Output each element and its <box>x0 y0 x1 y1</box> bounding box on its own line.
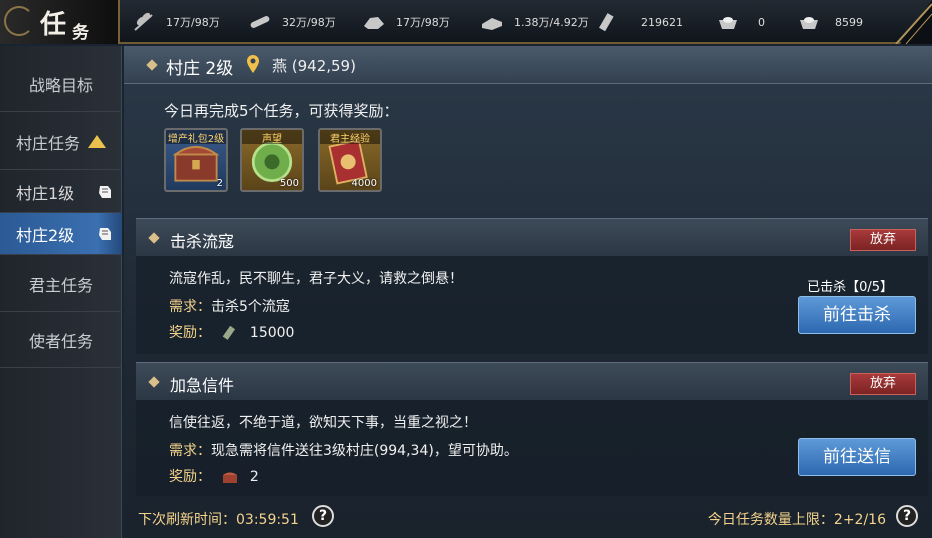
sidebar-item-village-tasks[interactable]: 村庄任务 <box>0 114 122 170</box>
sidebar-item-label: 村庄任务 <box>15 133 80 153</box>
abandon-button[interactable]: 放弃 <box>850 373 916 395</box>
resource-iron: 1.38万/4.92万 <box>480 0 589 44</box>
refresh-help-icon[interactable]: ? <box>312 505 334 527</box>
chest-icon <box>223 472 238 483</box>
title-char-2: 务 <box>72 23 89 43</box>
requirement-label: 需求： <box>169 299 211 315</box>
daily-reward-text: 今日再完成5个任务，可获得奖励： <box>164 102 399 120</box>
resource-value: 32万/98万 <box>282 16 336 29</box>
reward-label: 增产礼包2级 <box>166 130 226 145</box>
sidebar: 战略目标 村庄任务 村庄1级 村庄2级 君主任务 使者任务 <box>0 46 122 538</box>
task-reward: 奖励： 2 <box>169 466 259 486</box>
reward-count: 500 <box>279 178 299 189</box>
reward-label: 奖励： <box>169 325 211 341</box>
expand-triangle-icon <box>88 135 106 148</box>
corner-ornament-icon <box>895 0 932 44</box>
reward-value: 2 <box>249 469 259 485</box>
reward-value: 15000 <box>249 325 295 341</box>
requirement-value: 击杀5个流寇 <box>211 299 290 315</box>
task-requirement: 需求：击杀5个流寇 <box>169 296 290 316</box>
sidebar-item-village-level-1[interactable]: 村庄1级 <box>0 171 122 213</box>
task-header: 加急信件 放弃 <box>136 362 928 400</box>
sidebar-item-envoy-tasks[interactable]: 使者任务 <box>0 312 122 368</box>
go-kill-button[interactable]: 前往击杀 <box>798 296 916 334</box>
task-title: 击杀流寇 <box>170 232 235 251</box>
reward-item-chest[interactable]: 增产礼包2级 2 <box>164 128 228 192</box>
sidebar-item-label: 村庄1级 <box>16 183 75 203</box>
resource-gold: 0 <box>716 0 765 44</box>
reward-count: 4000 <box>351 178 377 189</box>
sidebar-item-label: 使者任务 <box>28 331 93 351</box>
gold-ingot-icon <box>719 17 737 29</box>
title-char-1: 任 <box>40 10 67 40</box>
reward-label: 奖励： <box>169 469 211 485</box>
task-body: 信使往返，不绝于道，欲知天下事，当重之视之！ 需求：现急需将信件送往3级村庄(9… <box>136 400 928 496</box>
task-header: 击杀流寇 放弃 <box>136 218 928 256</box>
resource-stone: 17万/98万 <box>362 0 450 44</box>
sidebar-item-label: 村庄2级 <box>16 225 75 245</box>
wood-icon <box>250 16 270 28</box>
village-title: 村庄 2级 <box>166 59 234 79</box>
reward-item-lord-exp[interactable]: 君主经验 4000 <box>318 128 382 192</box>
reward-label: 君主经验 <box>320 130 380 145</box>
refresh-timer: 下次刷新时间：03:59:51 <box>138 512 299 528</box>
wheat-icon <box>134 12 153 31</box>
task-description: 流寇作乱，民不聊生，君子大义，请救之倒悬！ <box>169 271 463 287</box>
requirement-value: 现急需将信件送往3级村庄(994,34)，望可协助。 <box>211 443 518 459</box>
resource-wood: 32万/98万 <box>248 0 336 44</box>
task-requirement: 需求：现急需将信件送往3级村庄(994,34)，望可协助。 <box>169 440 518 460</box>
silver-ingot-icon <box>800 17 818 29</box>
reward-label: 声望 <box>242 130 302 145</box>
resource-value: 17万/98万 <box>396 16 450 29</box>
requirement-label: 需求： <box>169 443 211 459</box>
top-bar: 任 务 17万/98万 32万/98万 17万/98万 1.38万/4.92万 … <box>0 0 932 44</box>
page-title: 任 务 <box>0 0 120 44</box>
sidebar-item-lord-tasks[interactable]: 君主任务 <box>0 256 122 312</box>
kill-progress: 已击杀【0/5】 <box>807 280 893 295</box>
resource-wheat: 17万/98万 <box>132 0 220 44</box>
sidebar-item-label: 君主任务 <box>28 275 93 295</box>
title-ornament-icon <box>4 6 34 36</box>
sidebar-item-strategic-goals[interactable]: 战略目标 <box>0 56 122 112</box>
iron-icon <box>482 18 502 30</box>
diamond-bullet-icon <box>146 59 158 71</box>
fist-icon <box>99 186 111 198</box>
daily-task-limit: 今日任务数量上限：2+2/16 <box>707 512 886 528</box>
sidebar-item-label: 战略目标 <box>28 75 93 95</box>
resource-value: 0 <box>758 15 765 29</box>
diamond-bullet-icon <box>148 232 160 244</box>
stone-icon <box>364 17 384 29</box>
resource-value: 8599 <box>835 15 863 29</box>
abandon-button[interactable]: 放弃 <box>850 229 916 251</box>
task-body: 流寇作乱，民不聊生，君子大义，请救之倒悬！ 需求：击杀5个流寇 奖励： 1500… <box>136 256 928 354</box>
resource-coins: 219621 <box>597 0 683 44</box>
fist-icon <box>99 228 111 240</box>
coin-bundle-icon <box>599 13 614 32</box>
main-panel: 村庄 2级 燕 (942,59) 今日再完成5个任务，可获得奖励： 增产礼包2级… <box>124 46 932 538</box>
task-title: 加急信件 <box>170 376 235 395</box>
resource-silver: 8599 <box>797 0 863 44</box>
limit-help-icon[interactable]: ? <box>896 505 918 527</box>
diamond-bullet-icon <box>148 376 160 388</box>
sidebar-item-village-level-2[interactable]: 村庄2级 <box>0 213 122 255</box>
reward-count: 2 <box>216 178 223 189</box>
reward-item-reputation[interactable]: 声望 500 <box>240 128 304 192</box>
village-header: 村庄 2级 燕 (942,59) <box>124 46 932 84</box>
village-location[interactable]: 燕 (942,59) <box>272 55 356 76</box>
coin-bundle-icon <box>223 325 236 340</box>
task-reward: 奖励： 15000 <box>169 322 294 342</box>
resource-value: 1.38万/4.92万 <box>514 16 589 29</box>
resource-value: 219621 <box>641 15 683 29</box>
location-pin-icon <box>247 55 259 73</box>
resource-value: 17万/98万 <box>166 16 220 29</box>
go-deliver-button[interactable]: 前往送信 <box>798 438 916 476</box>
task-description: 信使往返，不绝于道，欲知天下事，当重之视之！ <box>169 415 477 431</box>
